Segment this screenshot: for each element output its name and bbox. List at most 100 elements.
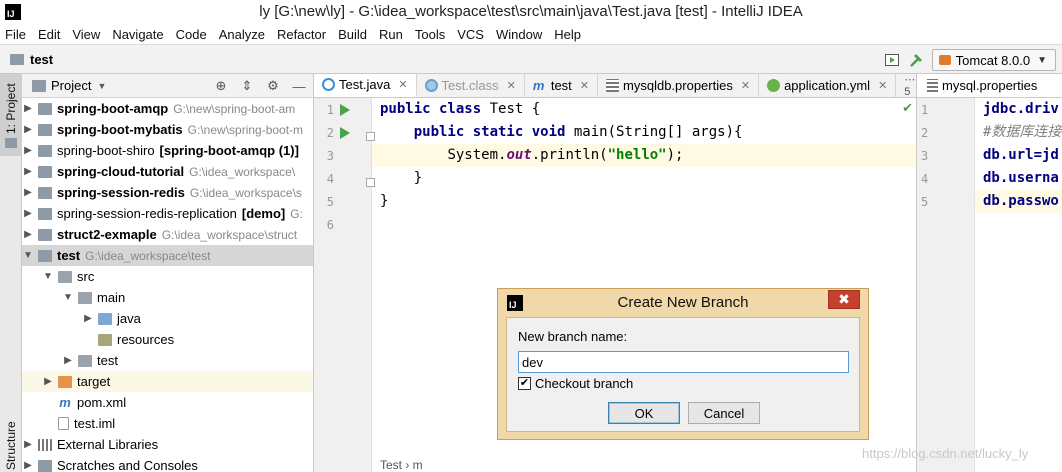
locate-target-icon[interactable]: ⊕ [213,78,229,94]
menu-build[interactable]: Build [338,27,367,42]
menu-file[interactable]: File [5,27,26,42]
checkbox-checked-icon[interactable]: ✔ [518,377,531,390]
tree-item-pom-xml[interactable]: m pom.xml [22,392,313,413]
tree-item-target[interactable]: ▶ target [22,371,313,392]
close-icon[interactable]: ✕ [507,79,516,92]
line-number: 5 [921,195,929,209]
menu-vcs[interactable]: VCS [457,27,484,42]
tree-item-spring-boot-mybatis[interactable]: ▶ spring-boot-mybatis G:\new\spring-boot-… [22,119,313,140]
title-bar: IJ ly [G:\new\ly] - G:\idea_workspace\te… [0,0,1062,24]
project-tool-tab[interactable]: 1: Project [0,74,22,156]
tree-item-test-folder[interactable]: ▶ test [22,350,313,371]
tree-item-test-iml[interactable]: test.iml [22,413,313,434]
chevron-right-icon[interactable]: ▶ [22,187,34,198]
tree-item-struct2-exmaple[interactable]: ▶ struct2-exmaple G:\idea_workspace\struc… [22,224,313,245]
run-window-icon[interactable] [884,52,900,68]
tree-item-resources[interactable]: resources [22,329,313,350]
tab-test-java[interactable]: Test.java ✕ [314,74,417,97]
chevron-down-icon[interactable]: ▼ [42,271,54,282]
tab-mysqldb-properties[interactable]: mysqldb.properties ✕ [598,74,760,97]
menu-refactor[interactable]: Refactor [277,27,326,42]
library-icon [38,438,52,451]
dialog-title: Create New Branch [617,294,749,311]
tab-test-class[interactable]: Test.class ✕ [417,74,525,97]
chevron-right-icon[interactable]: ▶ [22,460,34,471]
spring-yml-icon [767,79,781,92]
line-number: 4 [921,172,929,186]
tree-item-spring-session-redis-replication[interactable]: ▶ spring-session-redis-replication [demo]… [22,203,313,224]
cancel-button[interactable]: Cancel [688,402,760,424]
branch-name-input[interactable] [518,351,849,373]
close-icon[interactable]: ✕ [878,79,887,92]
inspection-ok-icon[interactable]: ✔ [902,100,913,116]
tree-item-spring-cloud-tutorial[interactable]: ▶ spring-cloud-tutorial G:\idea_workspace… [22,161,313,182]
menu-help[interactable]: Help [554,27,581,42]
menu-window[interactable]: Window [496,27,542,42]
project-panel-header: Project ▼ ⊕ ⇕ ⚙ — [22,74,313,98]
tree-item-main[interactable]: ▼ main [22,287,313,308]
checkout-branch-label: Checkout branch [535,376,634,391]
resources-folder-icon [98,333,112,346]
structure-tool-tab[interactable]: Structure [4,421,18,470]
tab-application-yml[interactable]: application.yml ✕ [759,74,897,97]
chevron-right-icon[interactable]: ▶ [22,103,34,114]
chevron-right-icon[interactable]: ▶ [42,376,54,387]
module-icon [38,102,52,115]
module-icon [38,207,52,220]
code-area[interactable]: public class Test { public static void m… [372,98,916,236]
chevron-right-icon[interactable]: ▶ [82,313,94,324]
tree-item-scratches[interactable]: ▶ Scratches and Consoles [22,455,313,472]
breadcrumb[interactable]: test [30,52,53,67]
ok-button[interactable]: OK [608,402,680,424]
tree-item-spring-session-redis[interactable]: ▶ spring-session-redis G:\idea_workspace\… [22,182,313,203]
scratches-icon [38,459,52,472]
chevron-right-icon[interactable]: ▶ [22,208,34,219]
tree-item-src[interactable]: ▼ src [22,266,313,287]
menu-analyze[interactable]: Analyze [219,27,265,42]
right-code-editor[interactable]: 1 2 3 4 5 jdbc.driv #数据库连接 db.url=jd db.… [916,98,1062,472]
tree-item-spring-boot-shiro[interactable]: ▶ spring-boot-shiro [spring-boot-amqp (1)… [22,140,313,161]
menu-tools[interactable]: Tools [415,27,445,42]
tree-item-java[interactable]: ▶ java [22,308,313,329]
menu-run[interactable]: Run [379,27,403,42]
close-icon[interactable]: ✕ [741,79,750,92]
chevron-right-icon[interactable]: ▶ [22,145,34,156]
tab-test[interactable]: m test ✕ [525,74,599,97]
chevron-right-icon[interactable]: ▶ [62,355,74,366]
build-hammer-icon[interactable] [908,52,924,68]
close-icon[interactable]: ✕ [398,78,407,91]
chevron-right-icon[interactable]: ▶ [22,439,34,450]
close-icon[interactable]: ✕ [580,79,589,92]
menu-edit[interactable]: Edit [38,27,60,42]
chevron-down-icon[interactable]: ▼ [22,250,34,261]
chevron-down-icon[interactable]: ▼ [62,292,74,303]
tree-item-spring-boot-amqp[interactable]: ▶ spring-boot-amqp G:\new\spring-boot-am [22,98,313,119]
project-view-icon [32,79,46,92]
editor-breadcrumb[interactable]: Test › m [380,458,423,472]
chevron-right-icon[interactable]: ▶ [22,124,34,135]
module-icon [38,165,52,178]
run-main-icon[interactable] [340,127,350,139]
minimize-icon[interactable]: — [291,78,307,94]
checkout-branch-checkbox[interactable]: ✔ Checkout branch [518,376,633,391]
menu-navigate[interactable]: Navigate [112,27,163,42]
navigation-bar: test Tomcat 8.0.0 ▼ [0,44,1062,74]
close-button[interactable]: ✖ [828,290,860,309]
menu-code[interactable]: Code [176,27,207,42]
chevron-right-icon[interactable]: ▶ [22,166,34,177]
project-panel-title[interactable]: Project [51,78,91,93]
run-configuration-select[interactable]: Tomcat 8.0.0 ▼ [931,49,1056,71]
tree-item-test[interactable]: ▼ test G:\idea_workspace\test [22,245,313,266]
chevron-right-icon[interactable]: ▶ [22,229,34,240]
code-area[interactable]: jdbc.driv #数据库连接 db.url=jd db.userna db.… [975,98,1062,213]
code-line: public class Test { [380,101,541,117]
run-class-icon[interactable] [340,104,350,116]
collapse-all-icon[interactable]: ⇕ [239,78,255,94]
tree-item-external-libraries[interactable]: ▶ External Libraries [22,434,313,455]
tab-mysql-properties[interactable]: mysql.properties [942,78,1037,93]
gear-icon[interactable]: ⚙ [265,78,281,94]
line-number: 6 [326,218,334,232]
menu-view[interactable]: View [72,27,100,42]
chevron-down-icon[interactable]: ▼ [97,81,106,91]
module-icon [38,249,52,262]
